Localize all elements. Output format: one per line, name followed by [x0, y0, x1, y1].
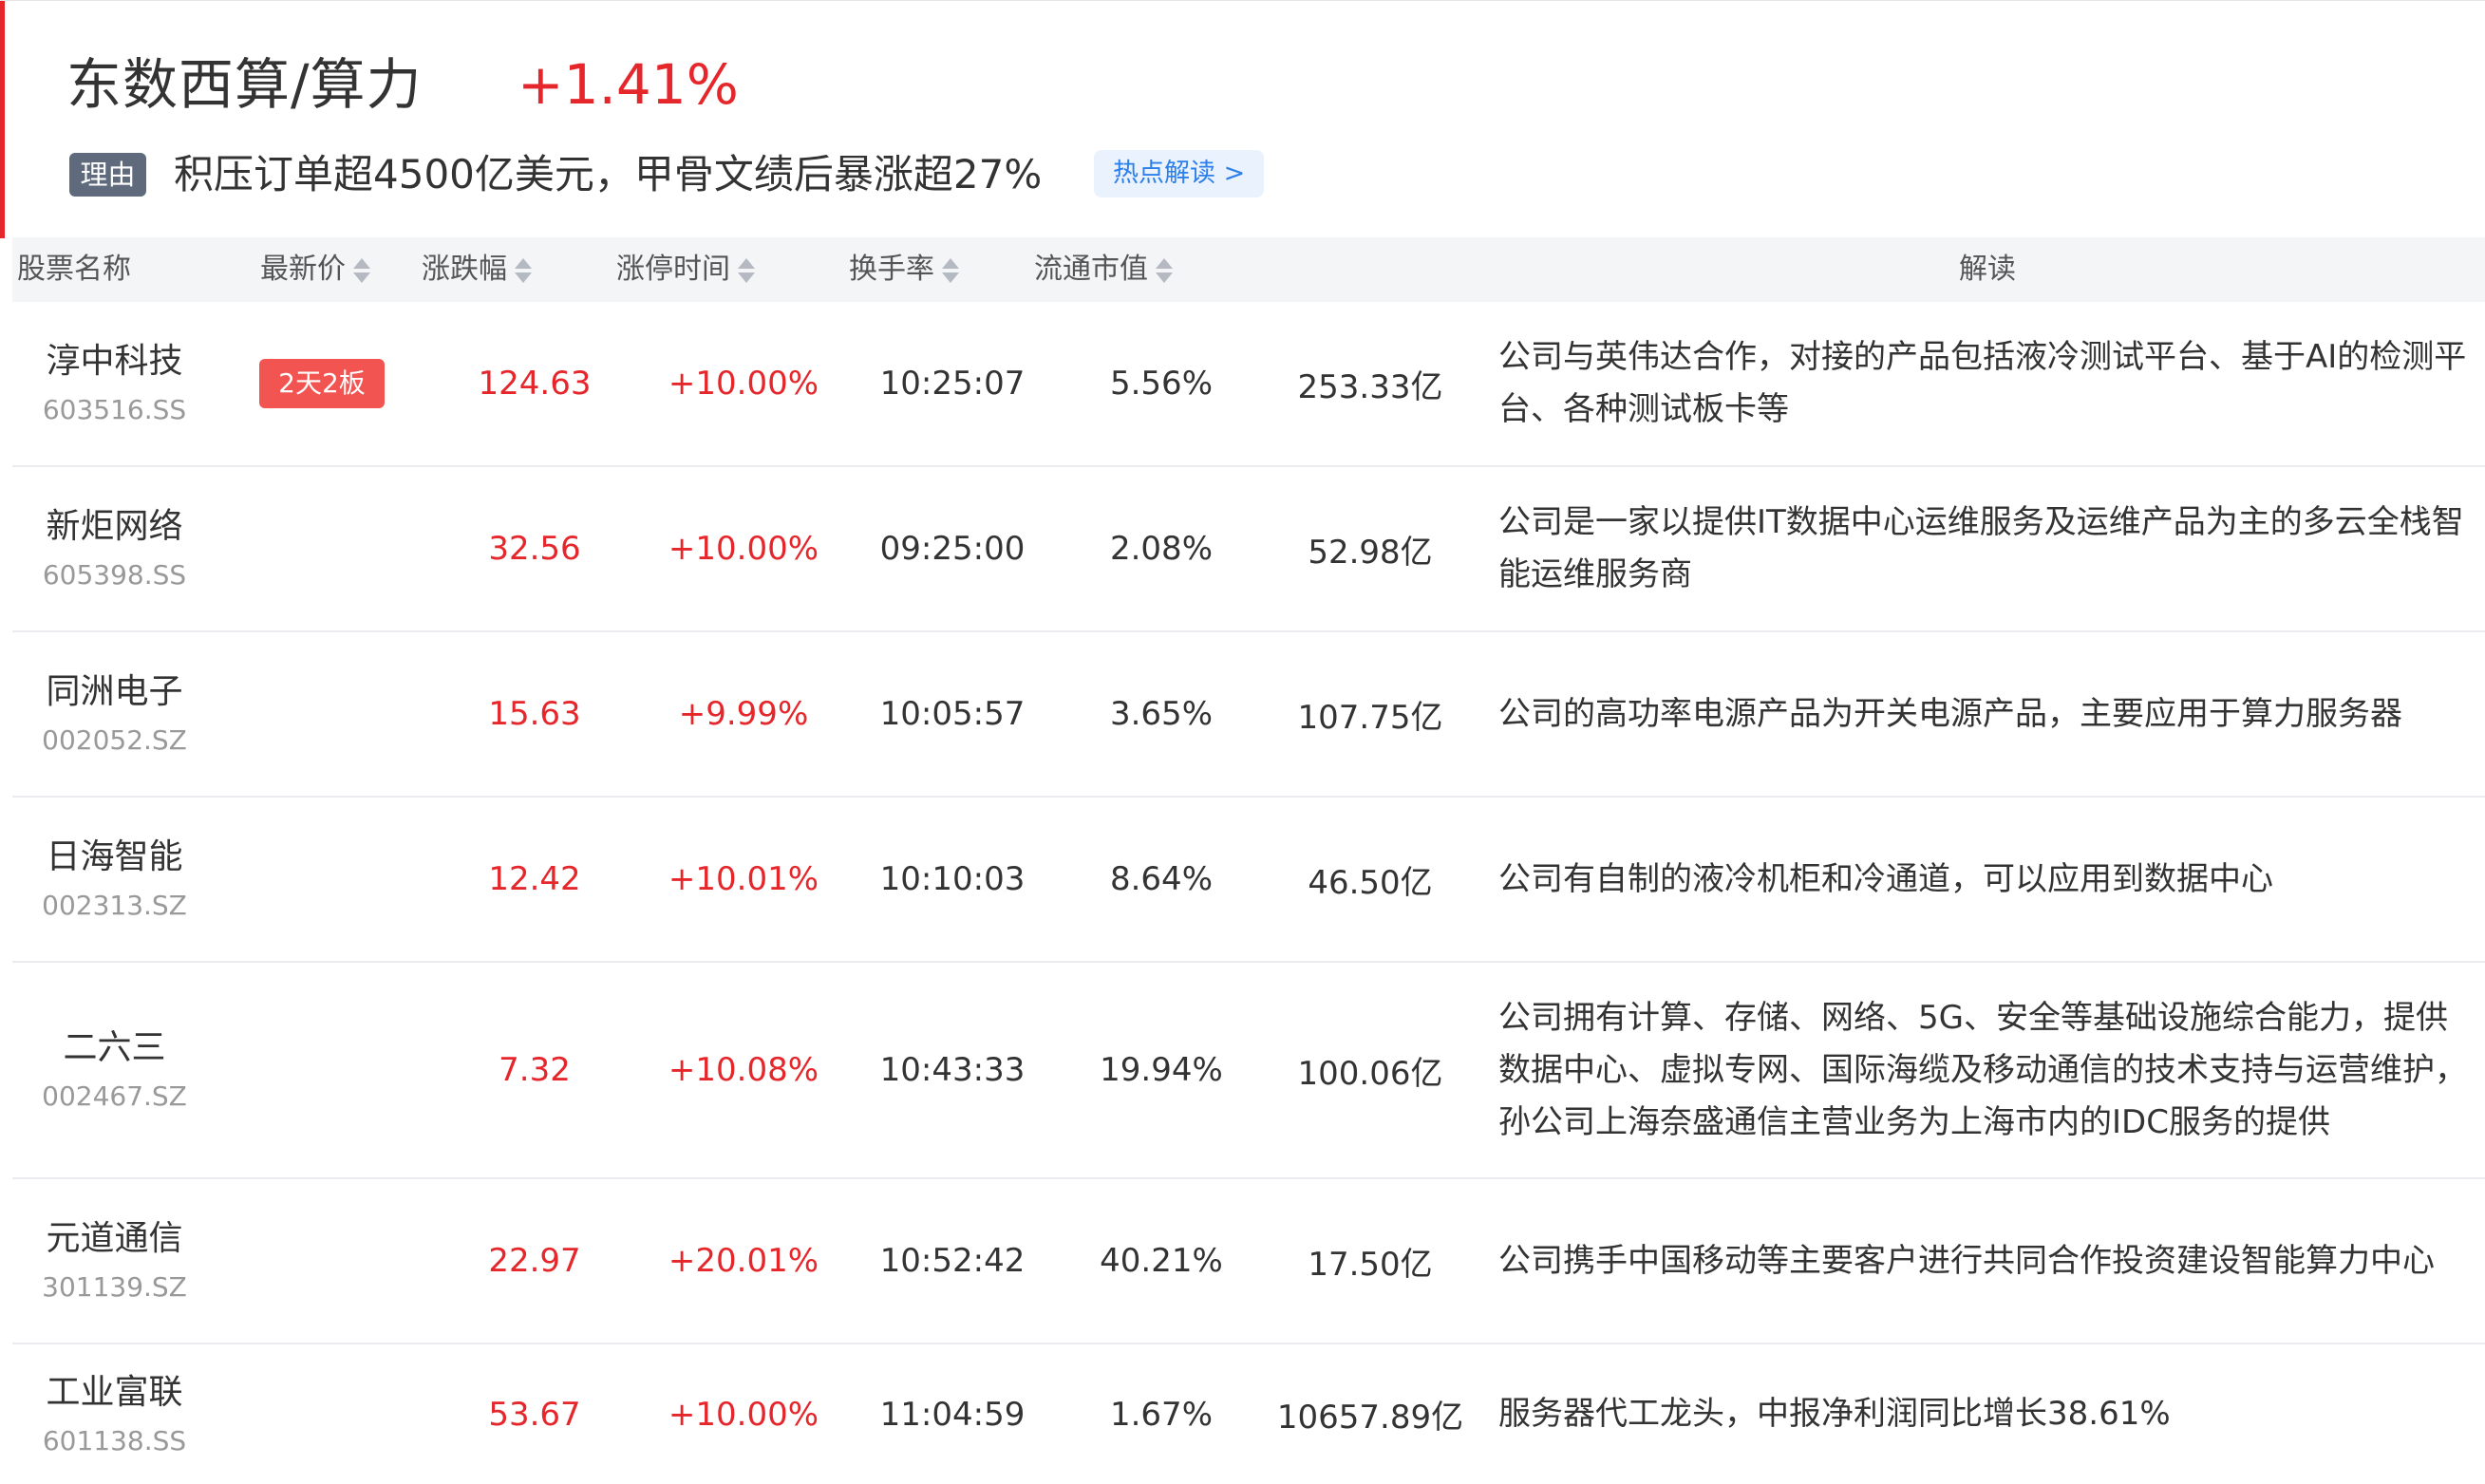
col-turnover-label: 换手率: [849, 253, 934, 286]
col-float-cap-label: 流通市值: [1034, 253, 1148, 286]
price-cell: 124.63: [478, 365, 592, 403]
table-row[interactable]: 工业富联 601138.SS 53.67 +10.00% 11:04:59 1.…: [12, 1344, 2485, 1484]
float-cap-cell: 46.50亿: [1308, 863, 1433, 902]
change-cell: +10.00%: [668, 1395, 819, 1434]
col-float-cap[interactable]: 流通市值: [990, 237, 1218, 302]
float-cap-cell: 52.98亿: [1308, 533, 1433, 572]
topic-header: 东数西算/算力 +1.41% 理由 积压订单超4500亿美元，甲骨文绩后暴涨超2…: [0, 0, 2485, 238]
interpretation-cell: 公司与英伟达合作，对接的产品包括液冷测试平台、基于AI的检测平台、各种测试板卡等: [1498, 338, 2467, 428]
turnover-cell: 3.65%: [1109, 695, 1213, 733]
price-cell: 12.42: [488, 860, 581, 898]
stock-name-cell[interactable]: 元道通信 301139.SZ: [12, 1179, 216, 1343]
sort-icon[interactable]: [940, 256, 961, 285]
price-cell: 15.63: [488, 695, 581, 733]
interpretation-cell: 公司是一家以提供IT数据中心运维服务及运维产品为主的多云全栈智能运维服务商: [1498, 503, 2464, 593]
change-cell: +10.01%: [668, 860, 819, 898]
topic-title: 东数西算/算力: [66, 52, 423, 117]
stock-name[interactable]: 二六三: [63, 1024, 165, 1072]
interpretation-cell: 公司携手中国移动等主要客户进行共同合作投资建设智能算力中心: [1498, 1241, 2435, 1280]
change-cell: +10.00%: [668, 530, 819, 568]
col-limit-time[interactable]: 涨停时间: [573, 237, 800, 302]
stock-name-cell[interactable]: 新炬网络 605398.SS: [12, 467, 216, 630]
sort-icon[interactable]: [513, 256, 534, 285]
limit-time-cell: 10:10:03: [879, 860, 1026, 898]
interpretation-cell: 公司有自制的液冷机柜和冷通道，可以应用到数据中心: [1498, 859, 2273, 898]
change-cell: +10.08%: [668, 1051, 819, 1089]
stock-name-cell[interactable]: 日海智能 002313.SZ: [12, 798, 216, 961]
limit-up-badge: 2天2板: [259, 359, 385, 408]
limit-time-cell: 10:05:57: [879, 695, 1026, 733]
table-row[interactable]: 新炬网络 605398.SS 32.56 +10.00% 09:25:00 2.…: [12, 467, 2485, 632]
interpretation-cell: 服务器代工龙头，中报净利润同比增长38.61%: [1498, 1395, 2171, 1433]
limit-time-cell: 10:25:07: [879, 365, 1026, 403]
price-cell: 53.67: [488, 1395, 581, 1434]
stock-name-cell[interactable]: 同洲电子 002052.SZ: [12, 632, 216, 796]
turnover-cell: 2.08%: [1109, 530, 1213, 568]
turnover-cell: 8.64%: [1109, 860, 1213, 898]
stock-code: 601138.SS: [42, 1424, 187, 1456]
table-row[interactable]: 元道通信 301139.SZ 22.97 +20.01% 10:52:42 40…: [12, 1179, 2485, 1344]
price-cell: 7.32: [499, 1051, 571, 1089]
stock-name[interactable]: 工业富联: [46, 1369, 182, 1417]
stock-code: 605398.SS: [42, 559, 187, 591]
float-cap-cell: 100.06亿: [1297, 1054, 1443, 1093]
turnover-cell: 19.94%: [1100, 1051, 1223, 1089]
stock-code: 603516.SS: [42, 394, 187, 425]
float-cap-cell: 10657.89亿: [1276, 1399, 1464, 1437]
table-row[interactable]: 同洲电子 002052.SZ 15.63 +9.99% 10:05:57 3.6…: [12, 632, 2485, 798]
hot-interpretation-link[interactable]: 热点解读 >: [1094, 150, 1265, 197]
sort-icon[interactable]: [1154, 256, 1175, 285]
table-row[interactable]: 淳中科技 603516.SS 2天2板 124.63 +10.00% 10:25…: [12, 302, 2485, 467]
col-name: 股票名称: [12, 237, 136, 302]
col-limit-time-label: 涨停时间: [616, 253, 730, 286]
stock-name-cell[interactable]: 淳中科技 603516.SS: [12, 302, 216, 465]
col-price-label: 最新价: [260, 253, 346, 286]
reason-text: 积压订单超4500亿美元，甲骨文绩后暴涨超27%: [174, 151, 1043, 197]
reason-tag: 理由: [69, 153, 146, 197]
float-cap-cell: 17.50亿: [1308, 1245, 1433, 1284]
table-header: 股票名称 最新价 涨跌幅 涨停时间 换手率 流通市值 解读: [12, 237, 2485, 302]
turnover-cell: 5.56%: [1109, 365, 1213, 403]
change-cell: +10.00%: [668, 365, 819, 403]
interpretation-cell: 公司拥有计算、存储、网络、5G、安全等基础设施综合能力，提供数据中心、虚拟专网、…: [1498, 998, 2467, 1141]
stock-name[interactable]: 同洲电子: [46, 668, 182, 716]
col-interpretation: 解读: [1498, 237, 2476, 302]
change-cell: +9.99%: [678, 695, 809, 733]
accent-bar: [0, 1, 5, 238]
stock-name[interactable]: 淳中科技: [46, 338, 182, 385]
stock-name-cell[interactable]: 二六三 002467.SZ: [12, 963, 216, 1177]
interpretation-cell: 公司的高功率电源产品为开关电源产品，主要应用于算力服务器: [1498, 694, 2402, 733]
stock-name[interactable]: 日海智能: [46, 834, 182, 881]
col-interpretation-label: 解读: [1959, 253, 2016, 286]
col-change-label: 涨跌幅: [422, 253, 507, 286]
stock-code: 002313.SZ: [42, 890, 187, 921]
limit-time-cell: 11:04:59: [879, 1395, 1026, 1434]
stock-code: 002052.SZ: [42, 724, 187, 756]
col-change[interactable]: 涨跌幅: [364, 237, 592, 302]
stock-name[interactable]: 新炬网络: [46, 503, 182, 551]
col-turnover[interactable]: 换手率: [791, 237, 1019, 302]
table-row[interactable]: 日海智能 002313.SZ 12.42 +10.01% 10:10:03 8.…: [12, 798, 2485, 963]
stock-name-cell[interactable]: 工业富联 601138.SS: [12, 1344, 216, 1484]
stock-code: 301139.SZ: [42, 1271, 187, 1303]
col-name-label: 股票名称: [17, 253, 131, 286]
sort-icon[interactable]: [736, 256, 757, 285]
change-cell: +20.01%: [668, 1242, 819, 1280]
limit-time-cell: 09:25:00: [879, 530, 1026, 568]
price-cell: 22.97: [488, 1242, 581, 1280]
price-cell: 32.56: [488, 530, 581, 568]
topic-change: +1.41%: [518, 52, 739, 117]
float-cap-cell: 107.75亿: [1297, 698, 1443, 737]
limit-time-cell: 10:52:42: [879, 1242, 1026, 1280]
limit-time-cell: 10:43:33: [879, 1051, 1026, 1089]
stock-name[interactable]: 元道通信: [46, 1215, 182, 1263]
turnover-cell: 40.21%: [1100, 1242, 1223, 1280]
float-cap-cell: 253.33亿: [1297, 367, 1443, 406]
stock-code: 002467.SZ: [42, 1080, 187, 1112]
turnover-cell: 1.67%: [1109, 1395, 1213, 1434]
table-row[interactable]: 二六三 002467.SZ 7.32 +10.08% 10:43:33 19.9…: [12, 963, 2485, 1179]
